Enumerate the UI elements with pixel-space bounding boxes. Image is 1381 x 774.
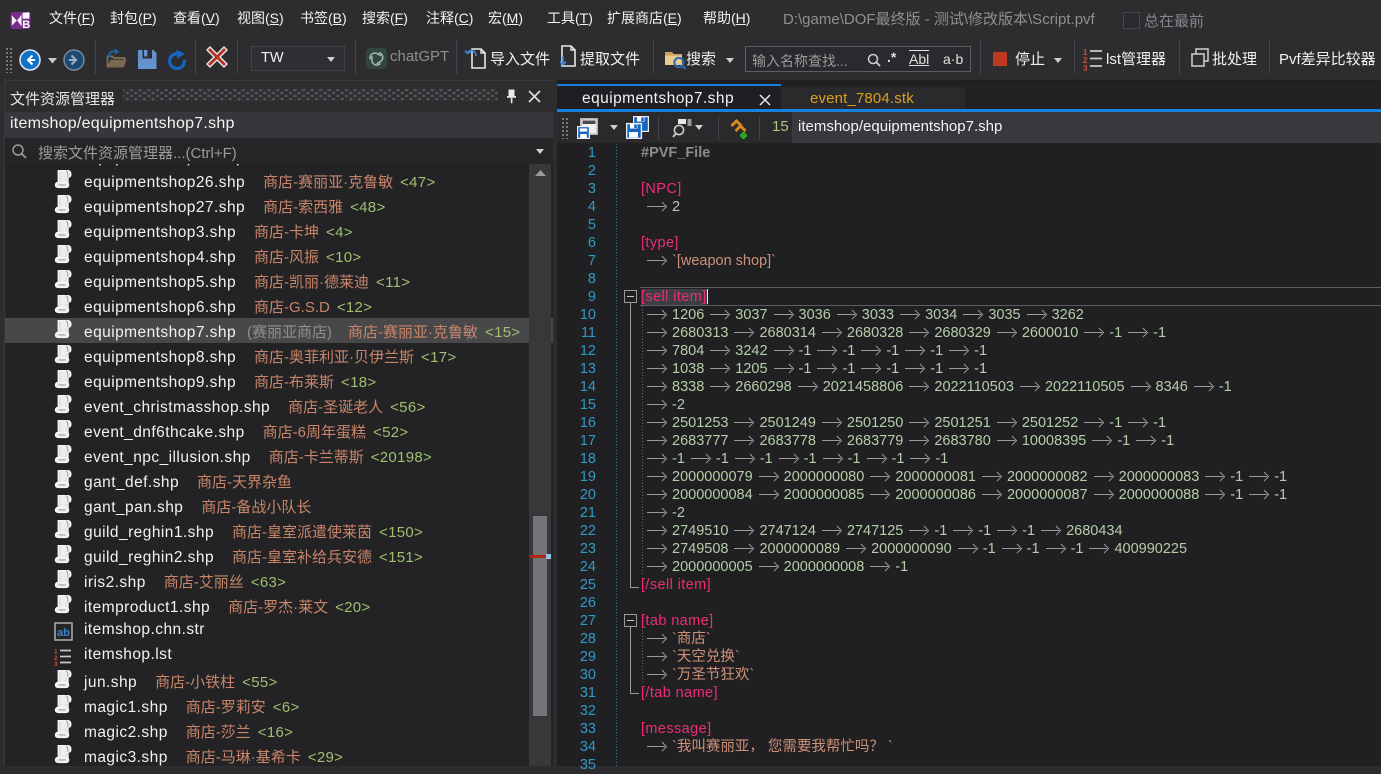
svg-text:3: 3 [1083,64,1088,71]
svg-text:B: B [22,19,30,31]
